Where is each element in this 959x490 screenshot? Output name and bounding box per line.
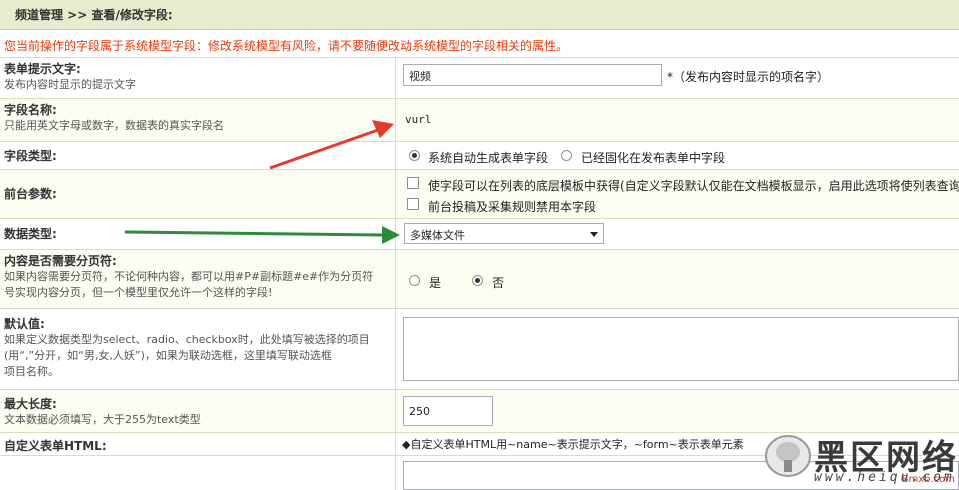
watermark: 黑区网络 www.heiqu.com Bmxb.com bbox=[734, 430, 959, 490]
watermark-logo-icon bbox=[765, 435, 811, 477]
watermark-small: Bmxb.com bbox=[901, 474, 955, 485]
red-arrow bbox=[269, 120, 394, 170]
green-arrow bbox=[124, 226, 400, 244]
annotation-arrows bbox=[124, 120, 400, 244]
